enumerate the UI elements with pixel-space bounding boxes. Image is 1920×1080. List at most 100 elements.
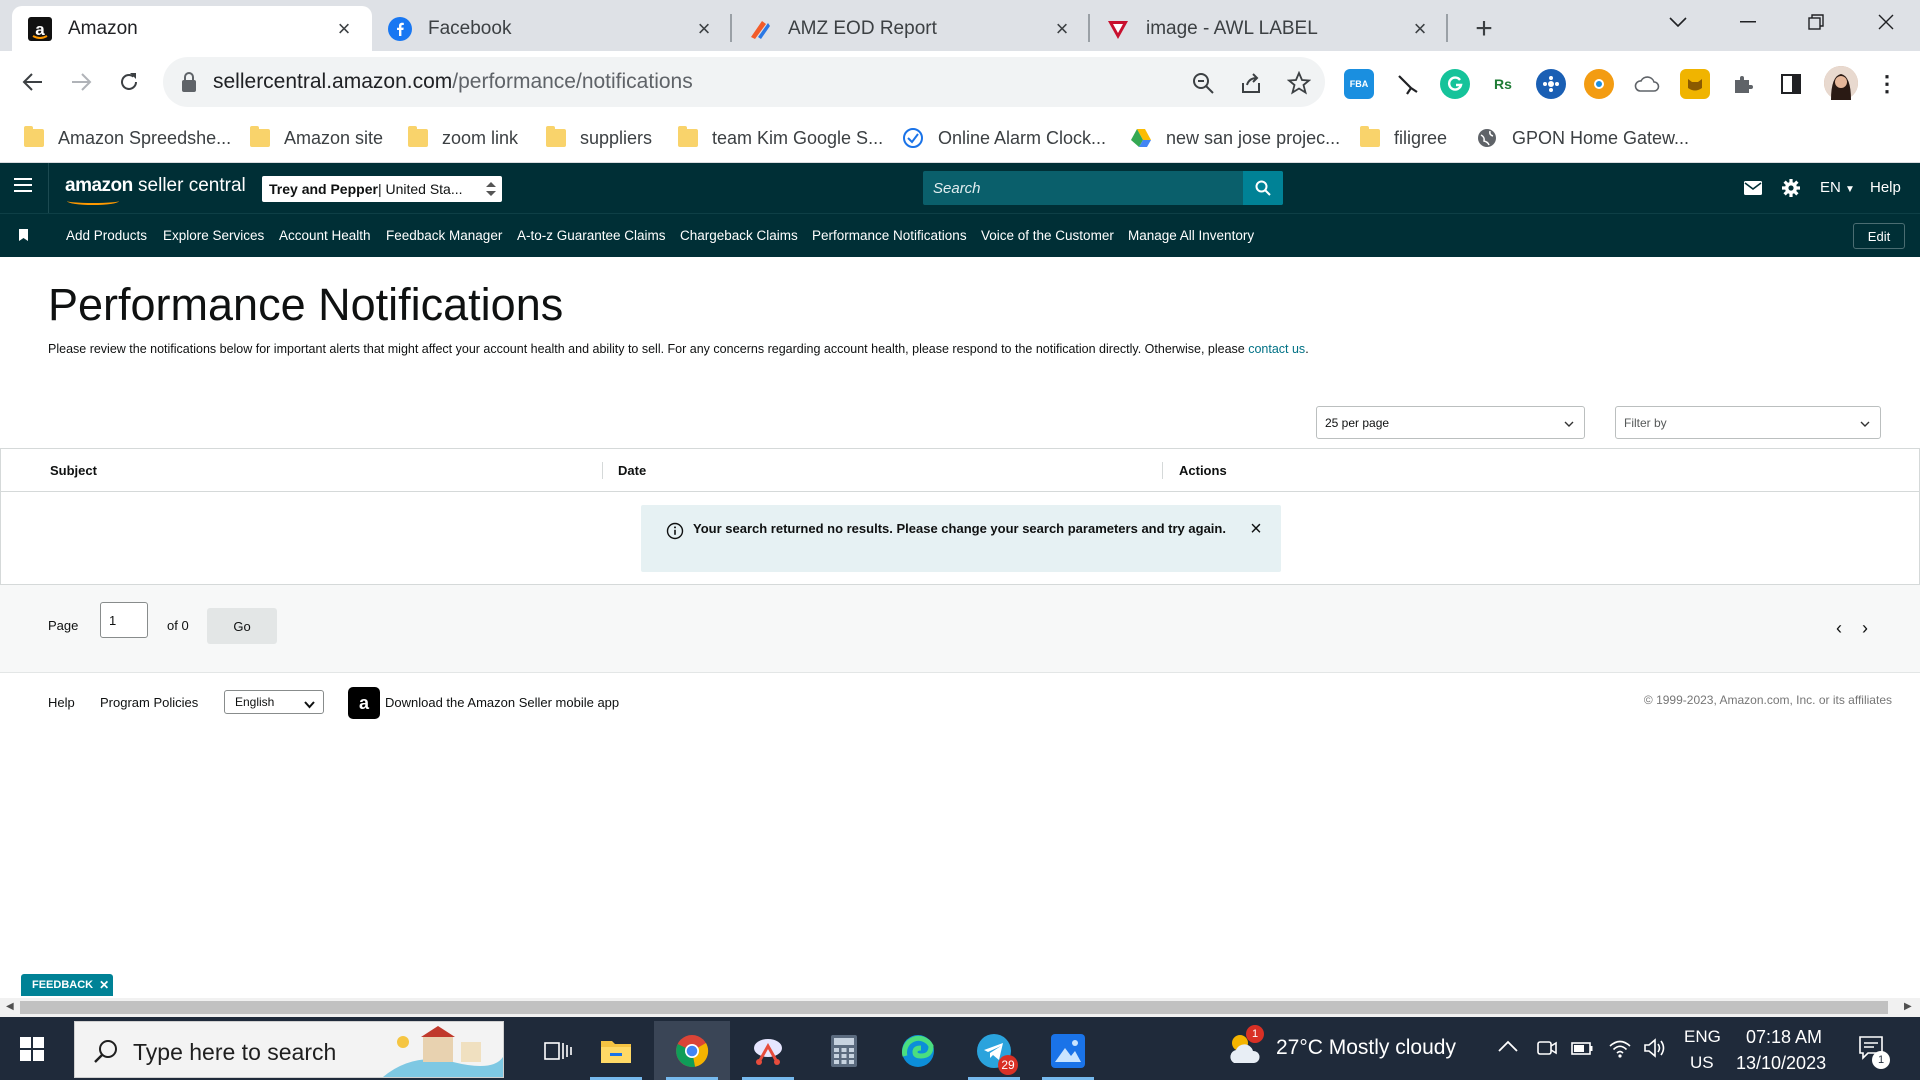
- photos-icon[interactable]: [1030, 1021, 1106, 1080]
- restore-window-icon[interactable]: [1782, 0, 1850, 44]
- nav-manage-all-inventory[interactable]: Manage All Inventory: [1128, 228, 1254, 243]
- chrome-taskbar-icon[interactable]: [654, 1021, 730, 1080]
- side-panel-icon[interactable]: [1776, 69, 1806, 99]
- footer-language-select[interactable]: English: [224, 690, 324, 714]
- input-language-bottom[interactable]: US: [1690, 1053, 1714, 1073]
- feedback-button[interactable]: FEEDBACK ✕: [21, 974, 113, 996]
- close-icon[interactable]: ✕: [99, 978, 109, 992]
- close-window-icon[interactable]: [1852, 0, 1920, 44]
- bookmark-folder[interactable]: filigree: [1360, 123, 1447, 153]
- notifications-icon[interactable]: 1: [1858, 1035, 1890, 1069]
- fox-extension-icon[interactable]: [1680, 69, 1710, 99]
- mail-icon[interactable]: [1742, 177, 1764, 199]
- nav-chargeback-claims[interactable]: Chargeback Claims: [680, 228, 798, 243]
- bookmark-link[interactable]: new san jose projec...: [1130, 123, 1340, 153]
- helium-extension-icon[interactable]: [1536, 69, 1566, 99]
- seller-app-icon[interactable]: a: [348, 687, 380, 719]
- contact-us-link[interactable]: contact us: [1248, 342, 1305, 356]
- wifi-icon[interactable]: [1608, 1037, 1632, 1064]
- nav-a-to-z-claims[interactable]: A-to-z Guarantee Claims: [517, 228, 666, 243]
- bookmark-folder[interactable]: team Kim Google S...: [678, 123, 883, 153]
- profile-avatar[interactable]: [1824, 66, 1858, 100]
- battery-icon[interactable]: [1570, 1037, 1594, 1064]
- weather-icon[interactable]: 1: [1226, 1025, 1266, 1067]
- column-subject[interactable]: Subject: [50, 463, 97, 478]
- program-policies-link[interactable]: Program Policies: [100, 695, 198, 710]
- filter-by-select[interactable]: Filter by: [1615, 406, 1881, 439]
- volume-icon[interactable]: [1642, 1037, 1666, 1064]
- clock-time[interactable]: 07:18 AM: [1746, 1027, 1822, 1048]
- close-icon[interactable]: ×: [1246, 518, 1266, 540]
- horizontal-scrollbar[interactable]: ◀ ▶: [0, 998, 1920, 1017]
- search-button[interactable]: [1243, 171, 1283, 205]
- bookmark-ribbon-icon[interactable]: [19, 229, 28, 241]
- tab-amazon[interactable]: a Amazon ×: [12, 6, 372, 51]
- edit-button[interactable]: Edit: [1853, 223, 1905, 249]
- telegram-icon[interactable]: 29: [956, 1021, 1032, 1080]
- close-tab-icon[interactable]: ×: [1408, 16, 1432, 41]
- nav-add-products[interactable]: Add Products: [66, 228, 147, 243]
- cloud-extension-icon[interactable]: [1632, 69, 1662, 99]
- chrome-menu-icon[interactable]: ⋮: [1872, 69, 1902, 99]
- close-tab-icon[interactable]: ×: [1050, 16, 1074, 41]
- file-explorer-icon[interactable]: [578, 1021, 654, 1080]
- clock-date[interactable]: 13/10/2023: [1736, 1053, 1826, 1074]
- tab-search-chevron-icon[interactable]: [1644, 0, 1712, 44]
- nav-account-health[interactable]: Account Health: [279, 228, 371, 243]
- weather-text[interactable]: 27°C Mostly cloudy: [1276, 1036, 1456, 1060]
- back-arrow-icon[interactable]: [14, 63, 52, 101]
- nav-explore-services[interactable]: Explore Services: [163, 228, 264, 243]
- go-button[interactable]: Go: [207, 608, 277, 644]
- input-language-top[interactable]: ENG: [1684, 1027, 1721, 1047]
- nav-performance-notifications[interactable]: Performance Notifications: [812, 228, 967, 243]
- tab-awl-label[interactable]: image - AWL LABEL ×: [1090, 6, 1448, 51]
- footer-help-link[interactable]: Help: [48, 695, 75, 710]
- show-hidden-icons-icon[interactable]: [1498, 1035, 1518, 1058]
- nav-feedback-manager[interactable]: Feedback Manager: [386, 228, 502, 243]
- scrollbar-thumb[interactable]: [20, 1001, 1888, 1014]
- bookmark-star-icon[interactable]: [1285, 69, 1313, 97]
- edge-browser-icon[interactable]: [880, 1021, 956, 1080]
- minimize-window-icon[interactable]: [1714, 0, 1782, 44]
- tab-amz-eod-report[interactable]: AMZ EOD Report ×: [732, 6, 1090, 51]
- store-selector[interactable]: Trey and Pepper | United Sta...: [262, 176, 502, 202]
- reload-icon[interactable]: [110, 63, 148, 101]
- tab-facebook[interactable]: Facebook ×: [372, 6, 732, 51]
- close-tab-icon[interactable]: ×: [692, 16, 716, 41]
- zoom-icon[interactable]: [1189, 69, 1217, 97]
- seller-central-logo[interactable]: amazon seller central: [65, 175, 246, 205]
- fba-extension-icon[interactable]: FBA: [1344, 69, 1374, 99]
- language-selector[interactable]: EN ▼: [1820, 179, 1855, 196]
- search-input[interactable]: Search: [923, 171, 1283, 205]
- help-link[interactable]: Help: [1870, 179, 1901, 196]
- next-page-icon[interactable]: ›: [1862, 618, 1868, 639]
- bookmark-folder[interactable]: zoom link: [408, 123, 518, 153]
- nav-voice-of-the-customer[interactable]: Voice of the Customer: [981, 228, 1114, 243]
- per-page-select[interactable]: 25 per page: [1316, 406, 1585, 439]
- new-tab-plus-icon[interactable]: +: [1466, 11, 1502, 47]
- pen-extension-icon[interactable]: [1392, 69, 1422, 99]
- download-app-link[interactable]: Download the Amazon Seller mobile app: [385, 695, 619, 710]
- forward-arrow-icon[interactable]: [62, 63, 100, 101]
- gear-icon[interactable]: [1780, 177, 1802, 199]
- scroll-right-icon[interactable]: ▶: [1904, 1001, 1912, 1012]
- meet-now-icon[interactable]: [1536, 1037, 1558, 1064]
- bookmark-folder[interactable]: Amazon Spreedshe...: [24, 123, 231, 153]
- hamburger-menu-icon[interactable]: [14, 178, 32, 192]
- column-date[interactable]: Date: [618, 463, 646, 478]
- share-icon[interactable]: [1237, 69, 1265, 97]
- close-tab-icon[interactable]: ×: [332, 16, 356, 41]
- bookmark-link[interactable]: GPON Home Gatew...: [1476, 123, 1689, 153]
- windows-start-icon[interactable]: [20, 1037, 44, 1061]
- scroll-left-icon[interactable]: ◀: [6, 1001, 14, 1012]
- bookmark-link[interactable]: Online Alarm Clock...: [902, 123, 1106, 153]
- calculator-icon[interactable]: [806, 1021, 882, 1080]
- address-bar[interactable]: sellercentral.amazon.com/performance/not…: [163, 57, 1325, 107]
- puzzle-extensions-icon[interactable]: [1728, 69, 1758, 99]
- previous-page-icon[interactable]: ‹: [1836, 618, 1842, 639]
- grammarly-extension-icon[interactable]: [1440, 69, 1470, 99]
- rs-extension-icon[interactable]: Rs: [1488, 69, 1518, 99]
- page-number-input[interactable]: [100, 602, 148, 638]
- taskbar-search-input[interactable]: Type here to search: [74, 1021, 504, 1078]
- bookmark-folder[interactable]: Amazon site: [250, 123, 383, 153]
